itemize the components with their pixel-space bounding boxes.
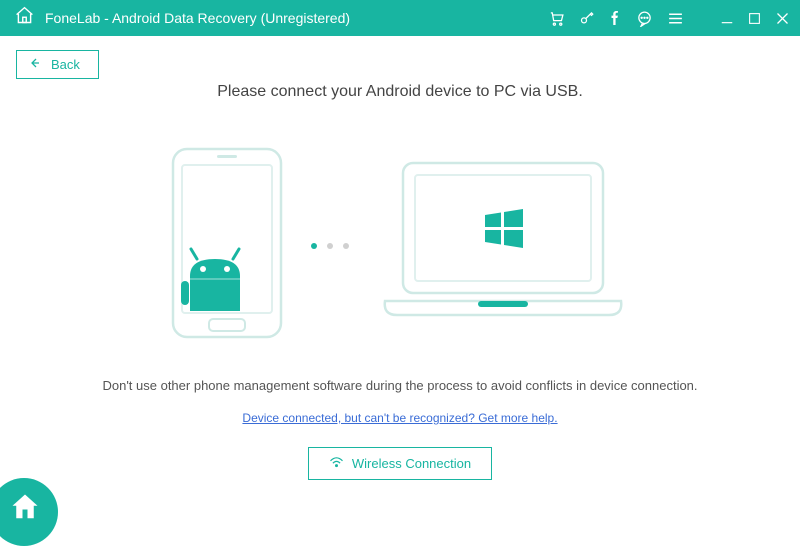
feedback-icon[interactable] [636, 10, 653, 27]
dot [311, 243, 317, 249]
instruction-text: Please connect your Android device to PC… [40, 83, 760, 101]
menu-icon[interactable] [667, 10, 684, 27]
titlebar-actions [548, 10, 790, 27]
minimize-icon[interactable] [720, 11, 734, 25]
laptop-illustration [373, 153, 633, 338]
wireless-connection-button[interactable]: Wireless Connection [308, 447, 492, 480]
home-icon[interactable] [14, 5, 35, 31]
devices-illustration [40, 143, 760, 348]
back-label: Back [51, 57, 80, 72]
wifi-icon [329, 456, 344, 471]
titlebar: FoneLab - Android Data Recovery (Unregis… [0, 0, 800, 36]
back-arrow-icon [29, 57, 43, 72]
cart-icon[interactable] [548, 10, 565, 27]
connection-dots [311, 243, 349, 249]
titlebar-left: FoneLab - Android Data Recovery (Unregis… [14, 5, 548, 31]
back-button[interactable]: Back [16, 50, 99, 79]
dot [343, 243, 349, 249]
phone-illustration [167, 143, 287, 348]
warning-text: Don't use other phone management softwar… [40, 378, 760, 393]
app-title: FoneLab - Android Data Recovery (Unregis… [45, 10, 350, 26]
help-link[interactable]: Device connected, but can't be recognize… [242, 411, 557, 425]
key-icon[interactable] [579, 11, 594, 26]
facebook-icon[interactable] [608, 11, 622, 25]
dot [327, 243, 333, 249]
close-icon[interactable] [775, 11, 790, 26]
main-content: Please connect your Android device to PC… [0, 79, 800, 480]
wireless-label: Wireless Connection [352, 456, 471, 471]
maximize-icon[interactable] [748, 12, 761, 25]
